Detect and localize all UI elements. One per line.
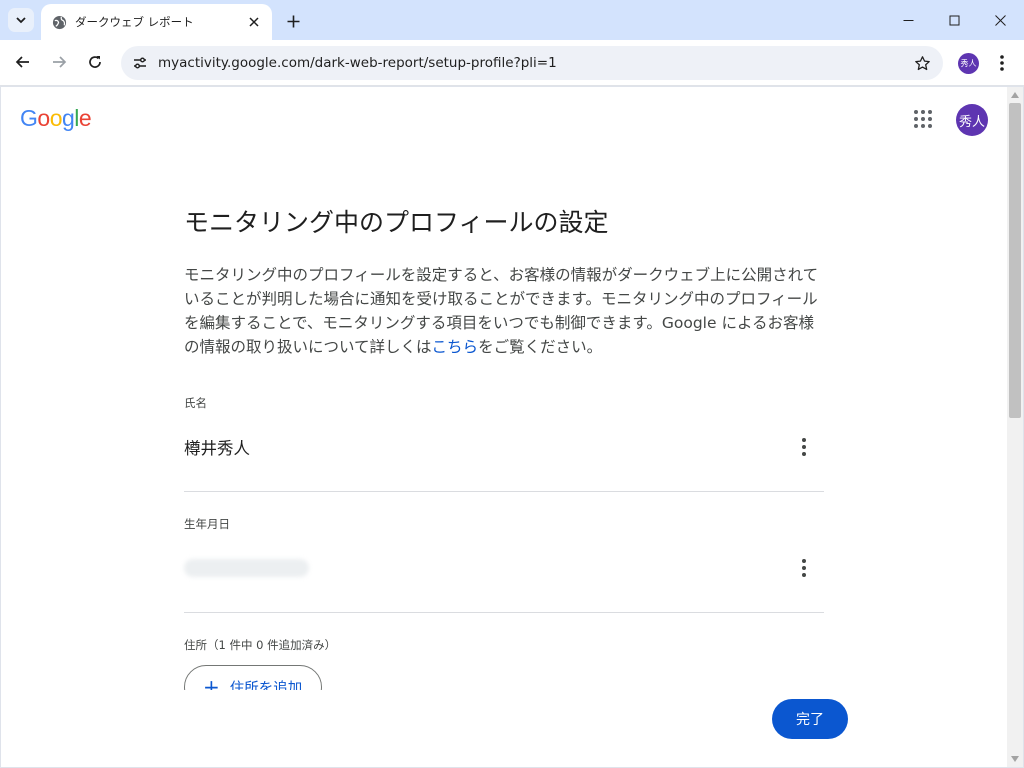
- scroll-down-arrow[interactable]: [1011, 755, 1019, 763]
- scrollbar-thumb[interactable]: [1009, 103, 1021, 418]
- google-logo[interactable]: Google: [20, 105, 92, 132]
- bookmark-button[interactable]: [911, 52, 933, 74]
- account-avatar[interactable]: 秀人: [956, 104, 988, 136]
- plus-icon: [287, 15, 299, 27]
- tune-icon: [134, 57, 146, 69]
- name-options-button[interactable]: [792, 435, 816, 459]
- add-address-clip: + 住所を追加: [184, 87, 384, 690]
- globe-icon: [51, 14, 67, 30]
- close-icon: [994, 14, 1006, 26]
- plus-icon: +: [203, 675, 220, 690]
- maximize-button[interactable]: [931, 0, 977, 40]
- reload-button[interactable]: [80, 47, 110, 77]
- maximize-icon: [949, 15, 959, 25]
- star-icon: [914, 55, 930, 70]
- browser-profile-button[interactable]: 秀人: [958, 53, 979, 74]
- address-bar[interactable]: myactivity.google.com/dark-web-report/se…: [121, 46, 943, 80]
- apps-grid-icon[interactable]: [912, 108, 934, 130]
- window-close-button[interactable]: [977, 0, 1023, 40]
- birthdate-options-button[interactable]: [792, 556, 816, 580]
- close-icon: [249, 17, 259, 27]
- browser-tab[interactable]: ダークウェブ レポート: [41, 4, 272, 40]
- more-vert-icon: [1000, 55, 1004, 71]
- arrow-left-icon: [15, 56, 29, 68]
- done-button[interactable]: 完了: [772, 699, 848, 739]
- tab-search-button[interactable]: [8, 8, 34, 32]
- url-text: myactivity.google.com/dark-web-report/se…: [158, 55, 557, 71]
- tab-strip: ダークウェブ レポート: [0, 0, 1024, 40]
- scroll-up-arrow[interactable]: [1011, 91, 1019, 99]
- tab-title: ダークウェブ レポート: [75, 15, 194, 29]
- arrow-right-icon: [53, 56, 67, 68]
- new-tab-button[interactable]: [280, 8, 306, 34]
- add-address-label: 住所を追加: [229, 680, 303, 691]
- back-button[interactable]: [8, 47, 38, 77]
- browser-menu-button[interactable]: [990, 50, 1014, 76]
- tab-close-button[interactable]: [242, 10, 266, 34]
- learn-more-link[interactable]: こちら: [432, 338, 479, 356]
- minimize-icon: [903, 19, 913, 21]
- site-settings-button[interactable]: [128, 51, 152, 75]
- minimize-button[interactable]: [885, 0, 931, 40]
- forward-button[interactable]: [44, 47, 74, 77]
- reload-icon: [89, 56, 101, 68]
- chevron-down-icon: [16, 17, 26, 24]
- add-address-button[interactable]: + 住所を追加: [184, 665, 322, 690]
- page-scrollbar[interactable]: [1007, 87, 1023, 767]
- browser-toolbar: myactivity.google.com/dark-web-report/se…: [0, 40, 1024, 86]
- page-content: Google 秀人 モニタリング中のプロフィールの設定 モニタリング中のプロフィ…: [1, 87, 1007, 767]
